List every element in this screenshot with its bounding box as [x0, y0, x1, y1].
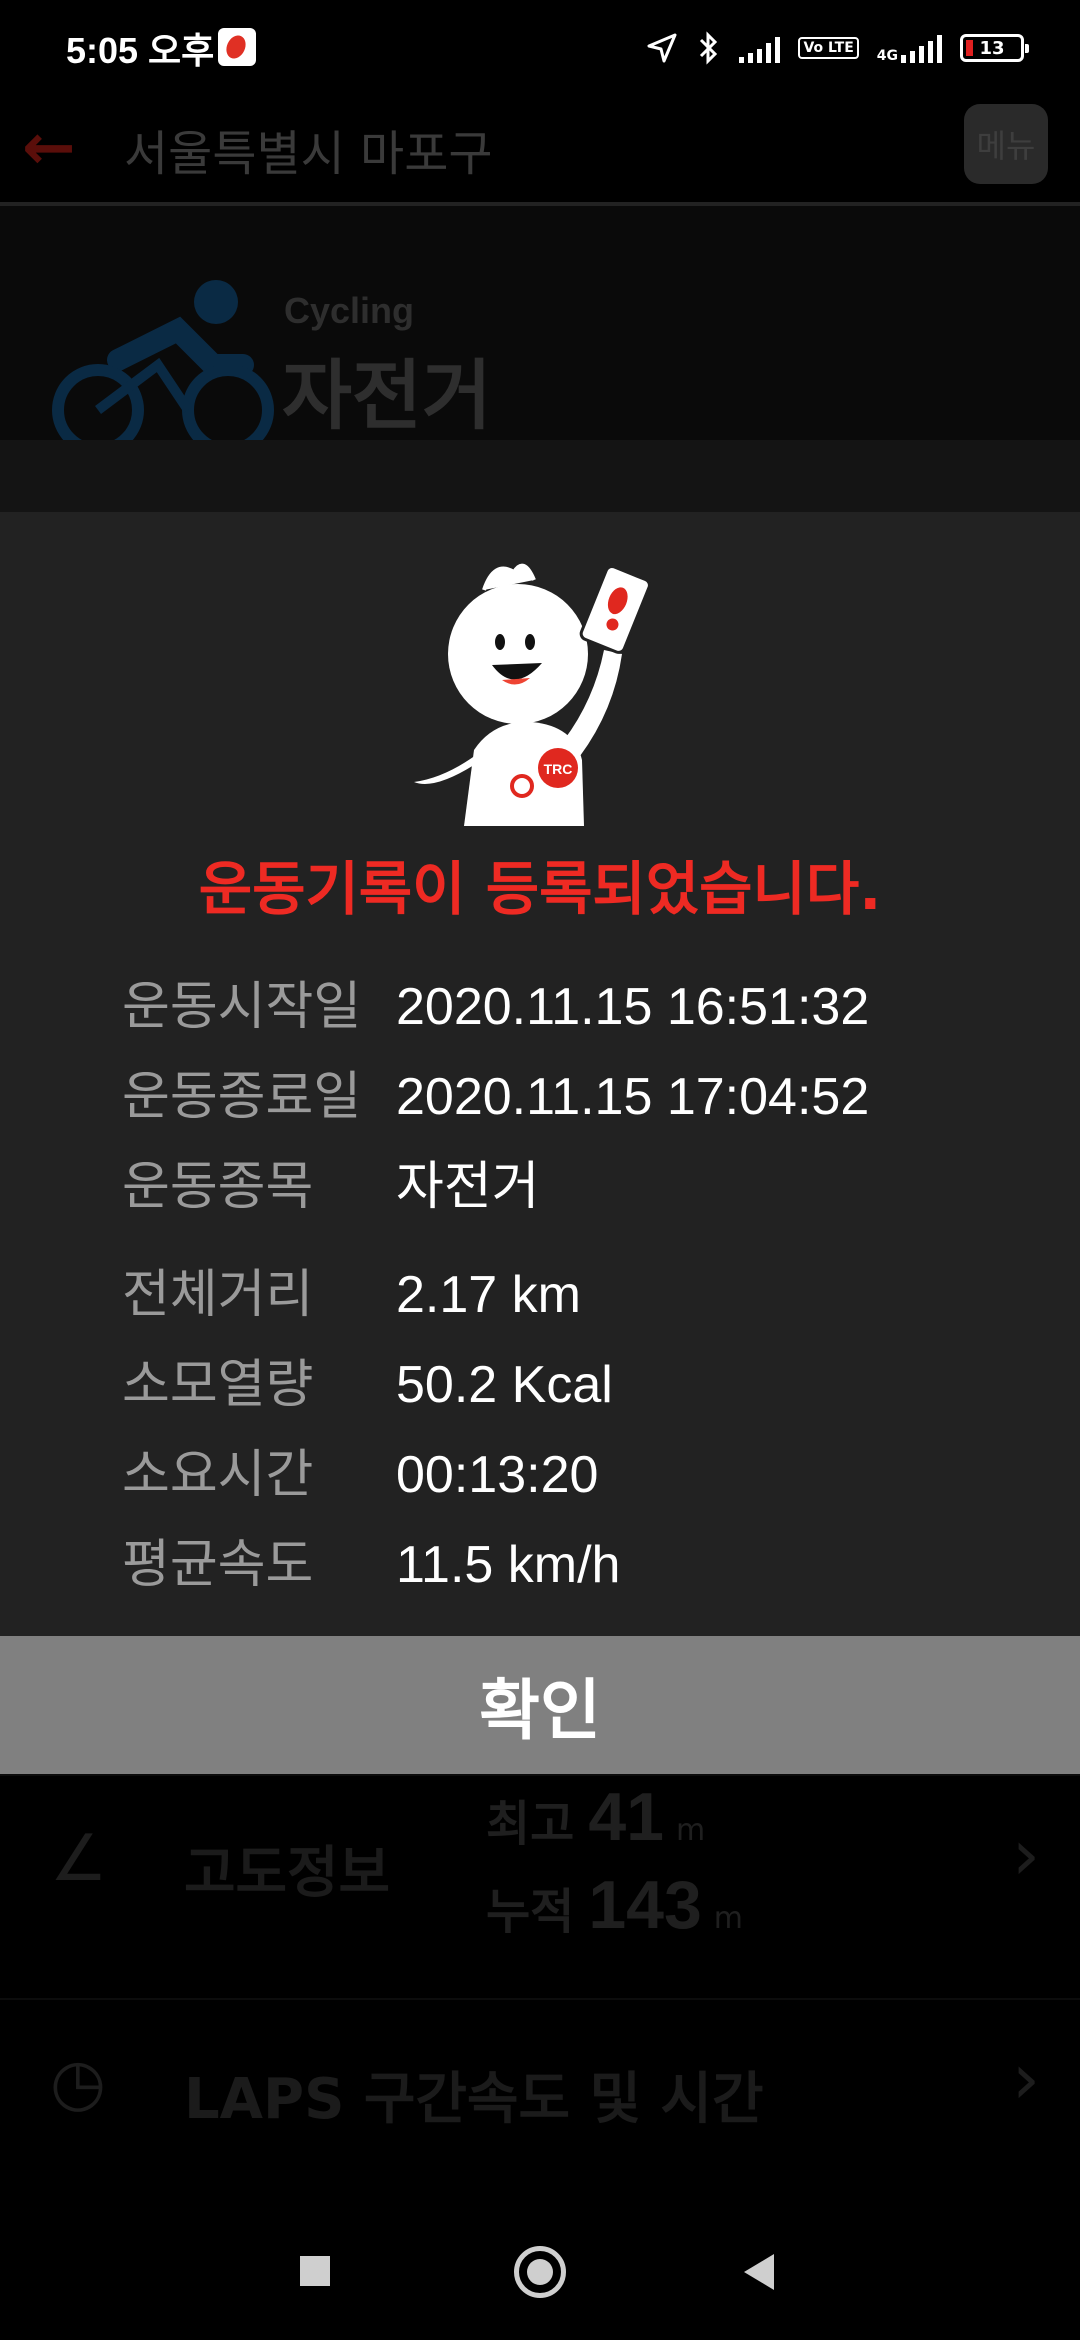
info-key: 운동종료일 — [122, 1067, 362, 1127]
menu-button[interactable]: 메뉴 — [964, 104, 1048, 184]
clock-location-icon: ◷ — [50, 2046, 106, 2120]
system-nav-bar — [0, 2206, 1080, 2340]
info-value: 자전거 — [396, 1157, 540, 1217]
info-key: 평균속도 — [122, 1535, 314, 1595]
bluetooth-icon — [700, 31, 718, 65]
info-row-start: 운동시작일 2020.11.15 16:51:32 — [122, 964, 869, 1039]
info-key: 운동시작일 — [122, 977, 362, 1037]
altitude-max: 최고 41 m — [486, 1779, 706, 1855]
location-title: 서울특별시 마포구 — [124, 126, 493, 182]
status-time: 5:05 오후 — [66, 30, 215, 71]
back-arrow-icon[interactable]: ← — [22, 116, 76, 180]
info-value: 50.2 Kcal — [396, 1356, 613, 1414]
confirm-button[interactable]: 확인 — [0, 1636, 1080, 1774]
altitude-icon: ∠ — [50, 1822, 108, 1896]
sport-name-english: Cycling — [284, 290, 415, 331]
cycling-icon — [52, 280, 274, 456]
chevron-right-icon: › — [1012, 1814, 1040, 1896]
info-value: 2020.11.15 17:04:52 — [396, 1068, 870, 1126]
info-key: 소요시간 — [122, 1445, 314, 1505]
info-row-end: 운동종료일 2020.11.15 17:04:52 — [122, 1054, 869, 1129]
battery-indicator: 13 — [960, 34, 1029, 62]
info-key: 전체거리 — [122, 1265, 314, 1325]
info-row-distance: 전체거리 2.17 km — [122, 1252, 581, 1327]
location-arrow-icon — [647, 33, 677, 63]
sport-name: 자전거 — [282, 351, 492, 440]
app-header: ← 서울특별시 마포구 메뉴 — [0, 90, 1080, 206]
info-row-duration: 소요시간 00:13:20 — [122, 1432, 598, 1507]
info-key: 운동종목 — [122, 1157, 314, 1217]
info-key: 소모열량 — [122, 1355, 314, 1415]
recents-button[interactable] — [300, 2256, 330, 2286]
chevron-right-icon: › — [1012, 2038, 1040, 2120]
laps-row[interactable]: ◷ LAPS 구간속도 및 시간 › — [0, 1998, 1080, 2170]
wifi-signal-icon — [739, 33, 781, 63]
info-value: 2.17 km — [396, 1266, 581, 1324]
laps-label: LAPS 구간속도 및 시간 — [184, 2067, 764, 2132]
hero-stripe — [0, 440, 1080, 512]
info-value: 00:13:20 — [396, 1446, 599, 1504]
home-button[interactable] — [514, 2246, 566, 2298]
app-notification-icon — [218, 28, 256, 66]
info-row-avg-speed: 평균속도 11.5 km/h — [122, 1522, 620, 1597]
mascot-illustration: TRC — [414, 563, 651, 826]
status-icons: Vo LTE 4G 13 — [645, 28, 1029, 68]
info-row-sport: 운동종목 자전거 — [122, 1144, 540, 1219]
info-row-calories: 소모열량 50.2 Kcal — [122, 1342, 613, 1417]
status-bar: 5:05 오후 Vo LTE 4G 13 — [0, 0, 1080, 90]
volte-badge: Vo LTE — [798, 37, 859, 59]
record-saved-dialog: TRC 운동기록이 등록되었습니다. 운동시작일 2020.11.15 16:51… — [0, 512, 1080, 1774]
altitude-label: 고도정보 — [184, 1841, 391, 1906]
info-value: 11.5 km/h — [396, 1536, 621, 1594]
altitude-row[interactable]: ∠ 고도정보 최고 41 m 누적 143 m › — [0, 1774, 1080, 1946]
altitude-cumulative: 누적 143 m — [486, 1867, 744, 1943]
back-button[interactable] — [744, 2254, 774, 2290]
mascot-badge-text: TRC — [544, 761, 573, 777]
info-value: 2020.11.15 16:51:32 — [396, 978, 870, 1036]
cellular-signal-icon: 4G — [877, 33, 942, 63]
dialog-title: 운동기록이 등록되었습니다. — [198, 855, 882, 923]
